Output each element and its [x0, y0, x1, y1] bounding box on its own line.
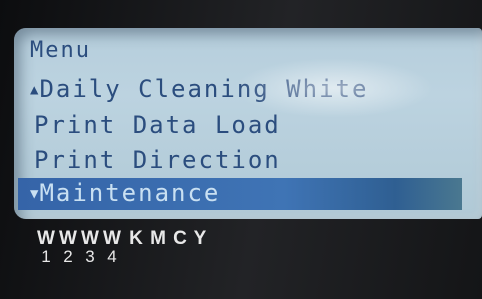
- ink-letter: K: [129, 228, 143, 249]
- menu-item-label: Maintenance: [39, 179, 221, 207]
- menu-item-label: Print Data Load: [34, 111, 281, 139]
- ink-letter: C: [173, 228, 187, 249]
- ink-label-m: M: [148, 228, 168, 250]
- menu-item-label: Print Direction: [34, 146, 281, 174]
- menu-item-daily-cleaning-white[interactable]: ▲Daily Cleaning White: [30, 74, 368, 104]
- ink-letter: Y: [193, 228, 207, 249]
- ink-number: 1: [41, 247, 51, 266]
- lcd-display: Menu ▲Daily Cleaning White Print Data Lo…: [14, 28, 482, 219]
- ink-letter: W: [59, 228, 77, 249]
- ink-label-k: K: [126, 228, 146, 250]
- ink-label-w1: W 1: [36, 228, 56, 267]
- menu-item-maintenance-selected[interactable]: ▼Maintenance: [18, 178, 462, 210]
- menu-item-label: Daily Cleaning White: [39, 75, 369, 103]
- ink-number: 4: [107, 247, 117, 266]
- menu-title: Menu: [30, 38, 91, 63]
- ink-letter: W: [37, 228, 55, 249]
- ink-label-w3: W 3: [80, 228, 100, 267]
- menu-item-print-data-load[interactable]: Print Data Load: [34, 110, 281, 140]
- scroll-up-arrow-icon: ▲: [30, 82, 39, 98]
- ink-letter: W: [103, 228, 121, 249]
- scroll-down-arrow-icon: ▼: [30, 186, 39, 202]
- ink-label-w4: W 4: [102, 228, 122, 267]
- ink-number: 3: [85, 247, 95, 266]
- ink-label-c: C: [170, 228, 190, 250]
- ink-number: 2: [63, 247, 73, 266]
- ink-label-y: Y: [190, 228, 210, 250]
- printer-panel-photo: Menu ▲Daily Cleaning White Print Data Lo…: [0, 0, 482, 299]
- ink-letter: M: [150, 228, 166, 249]
- ink-label-w2: W 2: [58, 228, 78, 267]
- ink-letter: W: [81, 228, 99, 249]
- menu-item-print-direction[interactable]: Print Direction: [34, 145, 281, 175]
